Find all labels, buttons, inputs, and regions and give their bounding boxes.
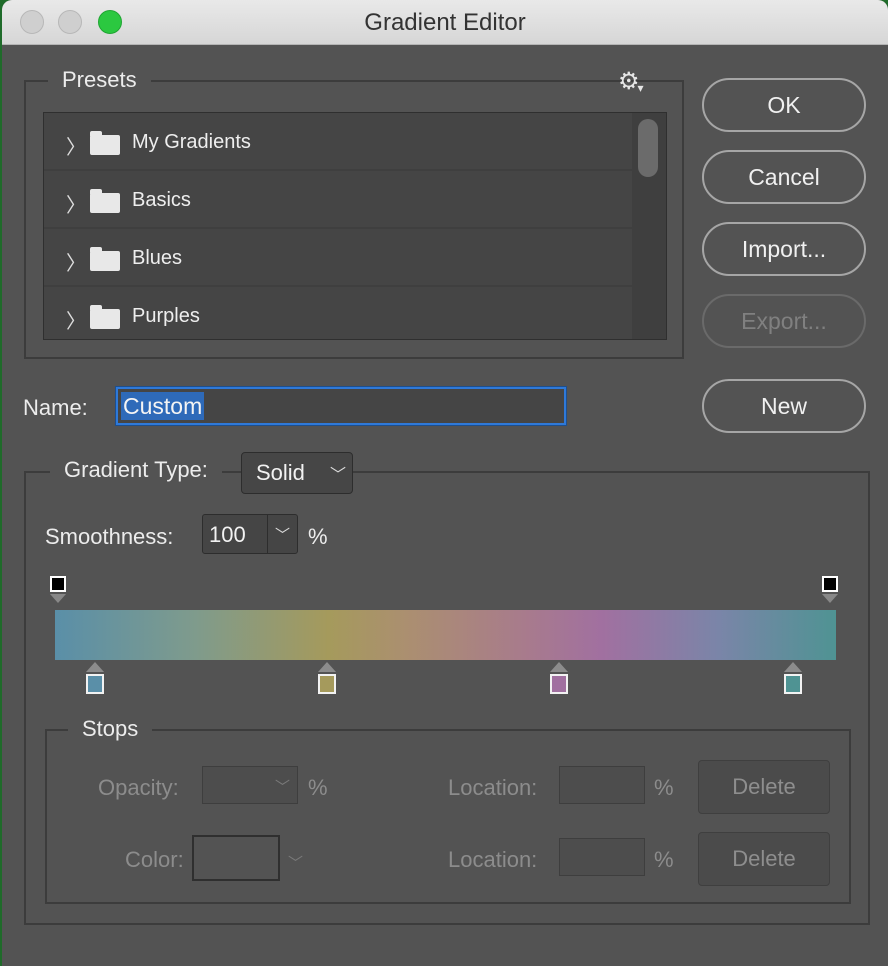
chevron-right-icon[interactable]: 〉 bbox=[66, 189, 86, 218]
name-field-value: Custom bbox=[121, 392, 205, 420]
folder-icon bbox=[90, 131, 120, 155]
presets-list: 〉 My Gradients 〉 Basics 〉 Blues 〉 Purple… bbox=[43, 112, 667, 340]
opacity-location-input[interactable] bbox=[559, 766, 645, 804]
opacity-input[interactable]: ﹀ bbox=[202, 766, 298, 804]
title-bar: Gradient Editor bbox=[2, 0, 888, 45]
gear-icon[interactable]: ⚙▾ bbox=[618, 70, 646, 97]
name-label: Name: bbox=[23, 395, 88, 420]
delete-opacity-stop-button[interactable]: Delete bbox=[698, 760, 830, 814]
preset-folder-label: Purples bbox=[132, 305, 200, 327]
opacity-unit: % bbox=[308, 775, 328, 800]
gradient-type-select[interactable]: Solid ﹀ bbox=[241, 452, 353, 494]
chevron-down-icon[interactable]: ﹀ bbox=[288, 852, 303, 873]
chevron-right-icon[interactable]: 〉 bbox=[66, 305, 86, 334]
chevron-down-icon[interactable]: ﹀ bbox=[275, 524, 290, 545]
smoothness-divider bbox=[267, 515, 268, 553]
color-stop-1[interactable] bbox=[86, 674, 104, 694]
preset-folder-my-gradients[interactable]: 〉 My Gradients bbox=[44, 113, 632, 169]
color-label: Color: bbox=[125, 847, 184, 872]
color-stop-2[interactable] bbox=[318, 674, 336, 694]
gradient-type-value: Solid bbox=[256, 460, 305, 485]
new-button[interactable]: New bbox=[702, 379, 866, 433]
color-location-unit: % bbox=[654, 847, 674, 872]
color-stop-4[interactable] bbox=[784, 674, 802, 694]
opacity-stop-left[interactable] bbox=[50, 576, 66, 592]
smoothness-value: 100 bbox=[209, 522, 246, 547]
color-stop-pointer bbox=[550, 662, 568, 672]
chevron-right-icon[interactable]: 〉 bbox=[66, 131, 86, 160]
color-stop-pointer bbox=[318, 662, 336, 672]
preset-folder-basics[interactable]: 〉 Basics bbox=[44, 171, 632, 227]
preset-folder-purples[interactable]: 〉 Purples bbox=[44, 287, 632, 339]
chevron-down-icon[interactable]: ﹀ bbox=[275, 776, 290, 797]
opacity-stop-pointer bbox=[822, 594, 838, 603]
color-swatch[interactable] bbox=[192, 835, 280, 881]
presets-scroll-thumb[interactable] bbox=[638, 119, 658, 177]
presets-label: Presets bbox=[48, 67, 151, 93]
gradient-editor-window: Gradient Editor Presets ⚙▾ 〉 My Gradient… bbox=[2, 0, 888, 966]
preset-folder-label: Blues bbox=[132, 247, 183, 269]
opacity-location-unit: % bbox=[654, 775, 674, 800]
preset-folder-label: Basics bbox=[132, 189, 191, 211]
ok-button[interactable]: OK bbox=[702, 78, 866, 132]
delete-color-stop-button[interactable]: Delete bbox=[698, 832, 830, 886]
folder-icon bbox=[90, 247, 120, 271]
gradient-preview-bar[interactable] bbox=[55, 610, 836, 660]
opacity-location-label: Location: bbox=[448, 775, 538, 800]
color-stop-3[interactable] bbox=[550, 674, 568, 694]
stops-label: Stops bbox=[68, 716, 153, 742]
chevron-down-icon: ﹀ bbox=[330, 467, 347, 484]
chevron-right-icon[interactable]: 〉 bbox=[66, 247, 86, 276]
folder-icon bbox=[90, 189, 120, 213]
color-stop-pointer bbox=[86, 662, 104, 672]
smoothness-label: Smoothness: bbox=[45, 524, 174, 549]
opacity-label: Opacity: bbox=[98, 775, 179, 800]
color-location-label: Location: bbox=[448, 847, 538, 872]
opacity-stop-pointer bbox=[50, 594, 66, 603]
gradient-type-label: Gradient Type: bbox=[50, 457, 222, 483]
preset-folder-blues[interactable]: 〉 Blues bbox=[44, 229, 632, 285]
name-field[interactable]: Custom bbox=[115, 386, 567, 426]
import-button[interactable]: Import... bbox=[702, 222, 866, 276]
smoothness-unit: % bbox=[308, 524, 328, 549]
color-stop-pointer bbox=[784, 662, 802, 672]
opacity-stop-right[interactable] bbox=[822, 576, 838, 592]
cancel-button[interactable]: Cancel bbox=[702, 150, 866, 204]
export-button[interactable]: Export... bbox=[702, 294, 866, 348]
color-location-input[interactable] bbox=[559, 838, 645, 876]
window-title: Gradient Editor bbox=[364, 9, 526, 36]
preset-folder-label: My Gradients bbox=[132, 131, 251, 153]
smoothness-input[interactable]: 100 ﹀ bbox=[202, 514, 298, 554]
folder-icon bbox=[90, 305, 120, 329]
